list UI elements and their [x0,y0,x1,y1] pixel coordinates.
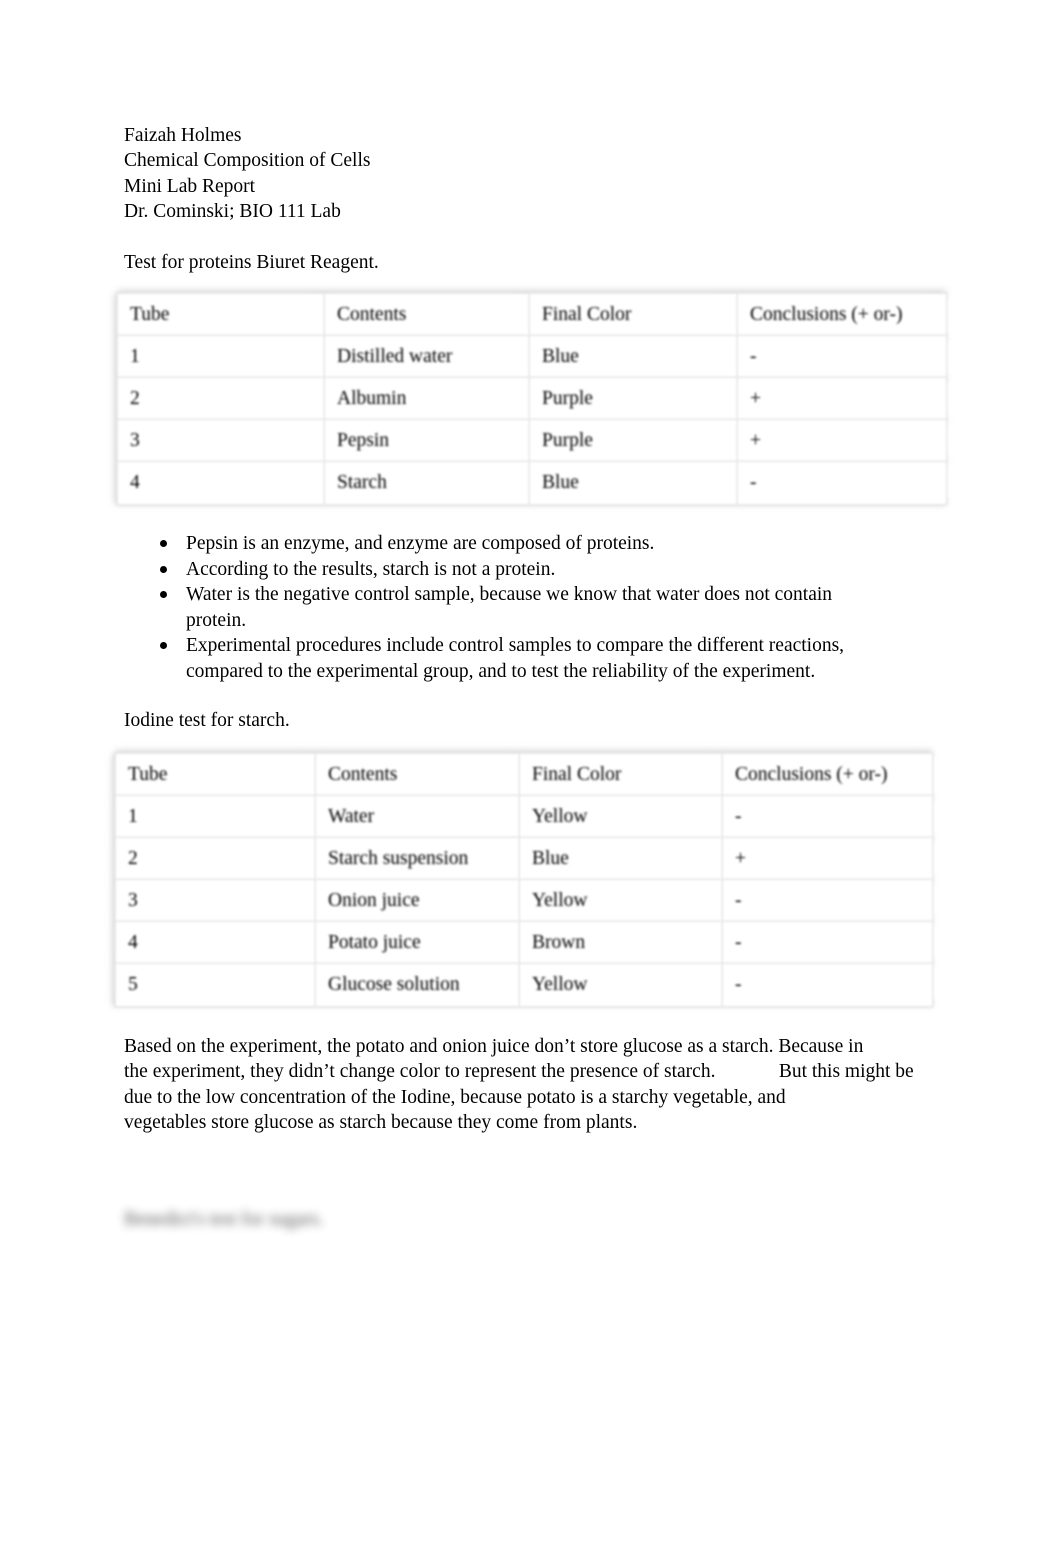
table-row: 3 Pepsin Purple + [118,420,946,462]
redacted-section-heading: Benedict's test for sugars. [124,1209,324,1230]
cell-contents: Potato juice [316,922,520,964]
list-item: Water is the negative control sample, be… [124,582,884,633]
cell-contents: Starch [325,462,530,504]
cell-tube: 4 [116,922,316,964]
bullet-dot-icon [160,540,167,547]
table-biuret: Tube Contents Final Color Conclusions (+… [118,294,946,504]
column-header-conclusions: Conclusions (+ or-) [723,754,932,796]
table-row: 3 Onion juice Yellow - [116,880,932,922]
table-row: 2 Starch suspension Blue + [116,838,932,880]
cell-conclusion: - [723,964,932,1006]
document-header: Faizah Holmes Chemical Composition of Ce… [124,123,370,225]
cell-tube: 3 [116,880,316,922]
table-row: 2 Albumin Purple + [118,378,946,420]
list-item: Pepsin is an enzyme, and enzyme are comp… [124,531,884,557]
cell-conclusion: - [738,336,946,378]
cell-tube: 4 [118,462,325,504]
cell-contents: Glucose solution [316,964,520,1006]
cell-conclusion: - [738,462,946,504]
section-heading-iodine: Iodine test for starch. [124,710,290,731]
column-header-final-color: Final Color [530,294,738,336]
header-line-report-type: Mini Lab Report [124,175,256,197]
cell-final-color: Yellow [520,964,723,1006]
cell-conclusion: + [723,838,932,880]
cell-final-color: Blue [530,336,738,378]
cell-contents: Starch suspension [316,838,520,880]
cell-contents: Onion juice [316,880,520,922]
list-item-text: Water is the negative control sample, be… [186,584,833,631]
cell-final-color: Blue [530,462,738,504]
section-heading-biuret: Test for proteins Biuret Reagent. [124,252,379,273]
cell-tube: 3 [118,420,325,462]
table-row: 1 Water Yellow - [116,796,932,838]
cell-contents: Distilled water [325,336,530,378]
column-header-tube: Tube [118,294,325,336]
table-iodine-container: Tube Contents Final Color Conclusions (+… [112,750,932,1006]
table-iodine-content: Tube Contents Final Color Conclusions (+… [116,754,932,1006]
paragraph-line: Based on the experiment, the potato and … [124,1036,864,1057]
column-header-conclusions: Conclusions (+ or-) [738,294,946,336]
cell-conclusion: - [723,922,932,964]
bullet-dot-icon [160,591,167,599]
cell-conclusion: - [723,880,932,922]
list-item: Experimental procedures include control … [124,633,884,684]
table-row: 4 Starch Blue - [118,462,946,504]
list-item-text: Experimental procedures include control … [186,635,845,682]
discussion-paragraph: Based on the experiment, the potato and … [124,1034,914,1136]
cell-final-color: Purple [530,378,738,420]
column-header-tube: Tube [116,754,316,796]
table-row: 4 Potato juice Brown - [116,922,932,964]
conclusions-bullet-list: Pepsin is an enzyme, and enzyme are comp… [124,531,884,685]
cell-tube: 5 [116,964,316,1006]
column-header-final-color: Final Color [520,754,723,796]
header-line-name: Faizah Holmes [124,125,242,146]
cell-conclusion: + [738,378,946,420]
table-header-row: Tube Contents Final Color Conclusions (+… [118,294,946,336]
header-line-course-title: Chemical Composition of Cells [124,150,371,172]
list-item-text: According to the results, starch is not … [186,558,556,580]
cell-tube: 2 [116,838,316,880]
table-iodine: Tube Contents Final Color Conclusions (+… [116,754,932,1006]
cell-final-color: Brown [520,922,723,964]
cell-tube: 1 [118,336,325,378]
bullet-dot-icon [160,642,167,650]
cell-final-color: Blue [520,838,723,880]
cell-tube: 1 [116,796,316,838]
cell-contents: Water [316,796,520,838]
table-row: 5 Glucose solution Yellow - [116,964,932,1006]
table-biuret-content: Tube Contents Final Color Conclusions (+… [118,294,946,504]
cell-contents: Albumin [325,378,530,420]
cell-conclusion: - [723,796,932,838]
list-item-text: Pepsin is an enzyme, and enzyme are comp… [186,533,655,554]
cell-contents: Pepsin [325,420,530,462]
list-item: According to the results, starch is not … [124,557,884,583]
cell-tube: 2 [118,378,325,420]
cell-final-color: Purple [530,420,738,462]
paragraph-line: due to the low concentration of the Iodi… [124,1086,786,1108]
bullet-dot-icon [160,565,167,573]
table-header-row: Tube Contents Final Color Conclusions (+… [116,754,932,796]
cell-final-color: Yellow [520,880,723,922]
document-page: Faizah Holmes Chemical Composition of Ce… [0,0,1062,1561]
paragraph-line: the experiment, they didn’t change color… [124,1061,914,1083]
table-biuret-container: Tube Contents Final Color Conclusions (+… [114,290,946,505]
header-line-instructor: Dr. Cominski; BIO 111 Lab [124,201,341,223]
cell-final-color: Yellow [520,796,723,838]
paragraph-line: vegetables store glucose as starch becau… [124,1112,638,1134]
table-row: 1 Distilled water Blue - [118,336,946,378]
column-header-contents: Contents [316,754,520,796]
cell-conclusion: + [738,420,946,462]
column-header-contents: Contents [325,294,530,336]
